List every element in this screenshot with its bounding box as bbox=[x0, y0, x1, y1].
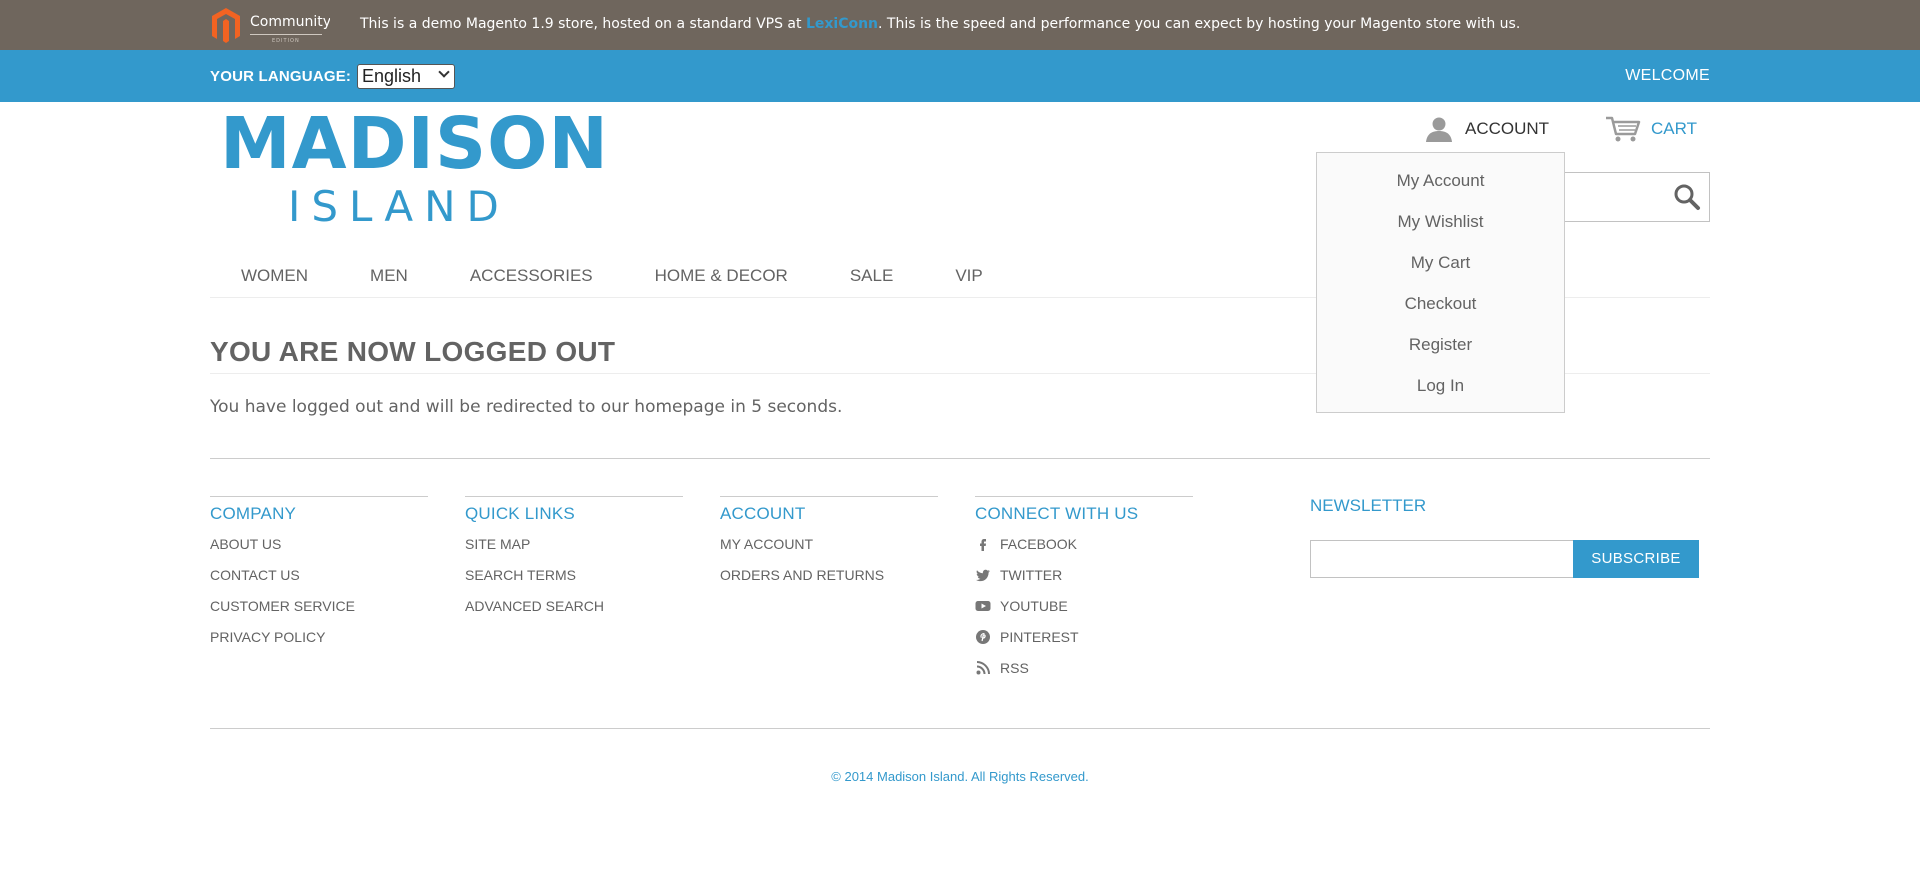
language-bar: YOUR LANGUAGE: WELCOME bbox=[0, 50, 1920, 102]
logo-sub-text: ISLAND bbox=[288, 182, 510, 231]
cart-icon bbox=[1606, 116, 1641, 142]
logo-community-text: Community bbox=[250, 14, 330, 30]
demo-notice-text: This is a demo Magento 1.9 store, hosted… bbox=[360, 16, 1520, 32]
lexiconn-link[interactable]: LexiConn bbox=[806, 16, 878, 32]
facebook-label: FACEBOOK bbox=[1000, 536, 1078, 552]
logo-main-text: MADISON bbox=[220, 102, 609, 185]
cart-button[interactable]: CART bbox=[1605, 115, 1697, 143]
newsletter-email-input[interactable] bbox=[1310, 540, 1574, 578]
footer-divider bbox=[210, 728, 1710, 729]
footer-link-customer-service[interactable]: CUSTOMER SERVICE bbox=[210, 596, 428, 627]
search-button[interactable] bbox=[1673, 183, 1701, 211]
menu-item-checkout[interactable]: Checkout bbox=[1317, 283, 1564, 324]
menu-item-my-wishlist[interactable]: My Wishlist bbox=[1317, 201, 1564, 242]
chevron-down-icon bbox=[438, 66, 450, 78]
welcome-message: WELCOME bbox=[1625, 67, 1710, 84]
footer-link-rss[interactable]: RSS bbox=[975, 658, 1193, 689]
footer-account-heading: ACCOUNT bbox=[720, 504, 806, 523]
menu-item-register[interactable]: Register bbox=[1317, 324, 1564, 365]
logo-edition-text: EDITION bbox=[272, 38, 300, 44]
language-label: YOUR LANGUAGE: bbox=[210, 68, 352, 85]
footer-connect-column: CONNECT WITH US FACEBOOK TWITTER YOUTUBE bbox=[975, 496, 1193, 689]
footer-link-advanced-search[interactable]: ADVANCED SEARCH bbox=[465, 596, 683, 627]
logout-message: You have logged out and will be redirect… bbox=[210, 397, 843, 417]
footer-quick-links-heading: QUICK LINKS bbox=[465, 504, 575, 523]
menu-item-my-account[interactable]: My Account bbox=[1317, 160, 1564, 201]
footer-link-contact-us[interactable]: CONTACT US bbox=[210, 565, 428, 596]
search-icon bbox=[1674, 184, 1700, 210]
menu-item-log-in[interactable]: Log In bbox=[1317, 365, 1564, 406]
account-button[interactable]: ACCOUNT bbox=[1425, 115, 1549, 143]
footer-link-orders-and-returns[interactable]: ORDERS AND RETURNS bbox=[720, 565, 938, 596]
footer-link-privacy-policy[interactable]: PRIVACY POLICY bbox=[210, 627, 428, 658]
footer-link-pinterest[interactable]: PINTEREST bbox=[975, 627, 1193, 658]
newsletter-heading: NEWSLETTER bbox=[1310, 496, 1427, 515]
menu-item-my-cart[interactable]: My Cart bbox=[1317, 242, 1564, 283]
footer-company-heading: COMPANY bbox=[210, 504, 297, 523]
nav-item-accessories[interactable]: ACCESSORIES bbox=[439, 262, 624, 297]
column-divider bbox=[465, 496, 683, 497]
footer-link-search-terms[interactable]: SEARCH TERMS bbox=[465, 565, 683, 596]
magento-community-logo[interactable]: Community EDITION bbox=[210, 4, 331, 46]
content-divider bbox=[210, 458, 1710, 459]
footer-link-about-us[interactable]: ABOUT US bbox=[210, 534, 428, 565]
nav-item-women[interactable]: WOMEN bbox=[210, 262, 339, 297]
footer-link-site-map[interactable]: SITE MAP bbox=[465, 534, 683, 565]
nav-item-vip[interactable]: VIP bbox=[924, 262, 1013, 297]
footer-account-column: ACCOUNT MY ACCOUNT ORDERS AND RETURNS bbox=[720, 496, 938, 596]
magento-logo-icon: Community EDITION bbox=[212, 8, 331, 44]
footer-link-facebook[interactable]: FACEBOOK bbox=[975, 534, 1193, 565]
cart-label: CART bbox=[1651, 119, 1697, 138]
footer-link-youtube[interactable]: YOUTUBE bbox=[975, 596, 1193, 627]
rss-icon bbox=[976, 661, 990, 675]
site-logo[interactable]: MADISON ISLAND bbox=[220, 108, 608, 231]
youtube-icon bbox=[975, 601, 991, 611]
demo-text-after: . This is the speed and performance you … bbox=[878, 16, 1521, 32]
newsletter-section: NEWSLETTER SUBSCRIBE bbox=[1310, 496, 1699, 578]
page-title: YOU ARE NOW LOGGED OUT bbox=[210, 336, 616, 367]
footer-company-column: COMPANY ABOUT US CONTACT US CUSTOMER SER… bbox=[210, 496, 428, 658]
user-icon bbox=[1426, 117, 1452, 142]
column-divider bbox=[210, 496, 428, 497]
footer-connect-heading: CONNECT WITH US bbox=[975, 504, 1139, 523]
nav-item-home-decor[interactable]: HOME & DECOR bbox=[624, 262, 819, 297]
rss-label: RSS bbox=[1000, 660, 1029, 676]
footer-quick-links-column: QUICK LINKS SITE MAP SEARCH TERMS ADVANC… bbox=[465, 496, 683, 627]
column-divider bbox=[975, 496, 1193, 497]
demo-text-before: This is a demo Magento 1.9 store, hosted… bbox=[360, 16, 806, 32]
demo-notice-bar: Community EDITION This is a demo Magento… bbox=[0, 0, 1920, 50]
pinterest-label: PINTEREST bbox=[1000, 629, 1079, 645]
language-select[interactable]: English bbox=[357, 64, 455, 89]
account-label: ACCOUNT bbox=[1465, 119, 1550, 138]
pinterest-icon bbox=[976, 630, 990, 644]
twitter-label: TWITTER bbox=[1000, 567, 1063, 583]
search-input[interactable] bbox=[1540, 172, 1710, 222]
facebook-icon bbox=[980, 539, 986, 551]
column-divider bbox=[720, 496, 938, 497]
copyright-text: © 2014 Madison Island. All Rights Reserv… bbox=[831, 769, 1089, 784]
nav-item-sale[interactable]: SALE bbox=[819, 262, 924, 297]
subscribe-button[interactable]: SUBSCRIBE bbox=[1573, 540, 1699, 578]
nav-item-men[interactable]: MEN bbox=[339, 262, 439, 297]
twitter-icon bbox=[976, 569, 990, 582]
youtube-label: YOUTUBE bbox=[1000, 598, 1068, 614]
language-selected-value: English bbox=[362, 66, 422, 86]
footer-link-my-account[interactable]: MY ACCOUNT bbox=[720, 534, 938, 565]
account-dropdown-menu: My Account My Wishlist My Cart Checkout … bbox=[1316, 152, 1565, 413]
footer-link-twitter[interactable]: TWITTER bbox=[975, 565, 1193, 596]
